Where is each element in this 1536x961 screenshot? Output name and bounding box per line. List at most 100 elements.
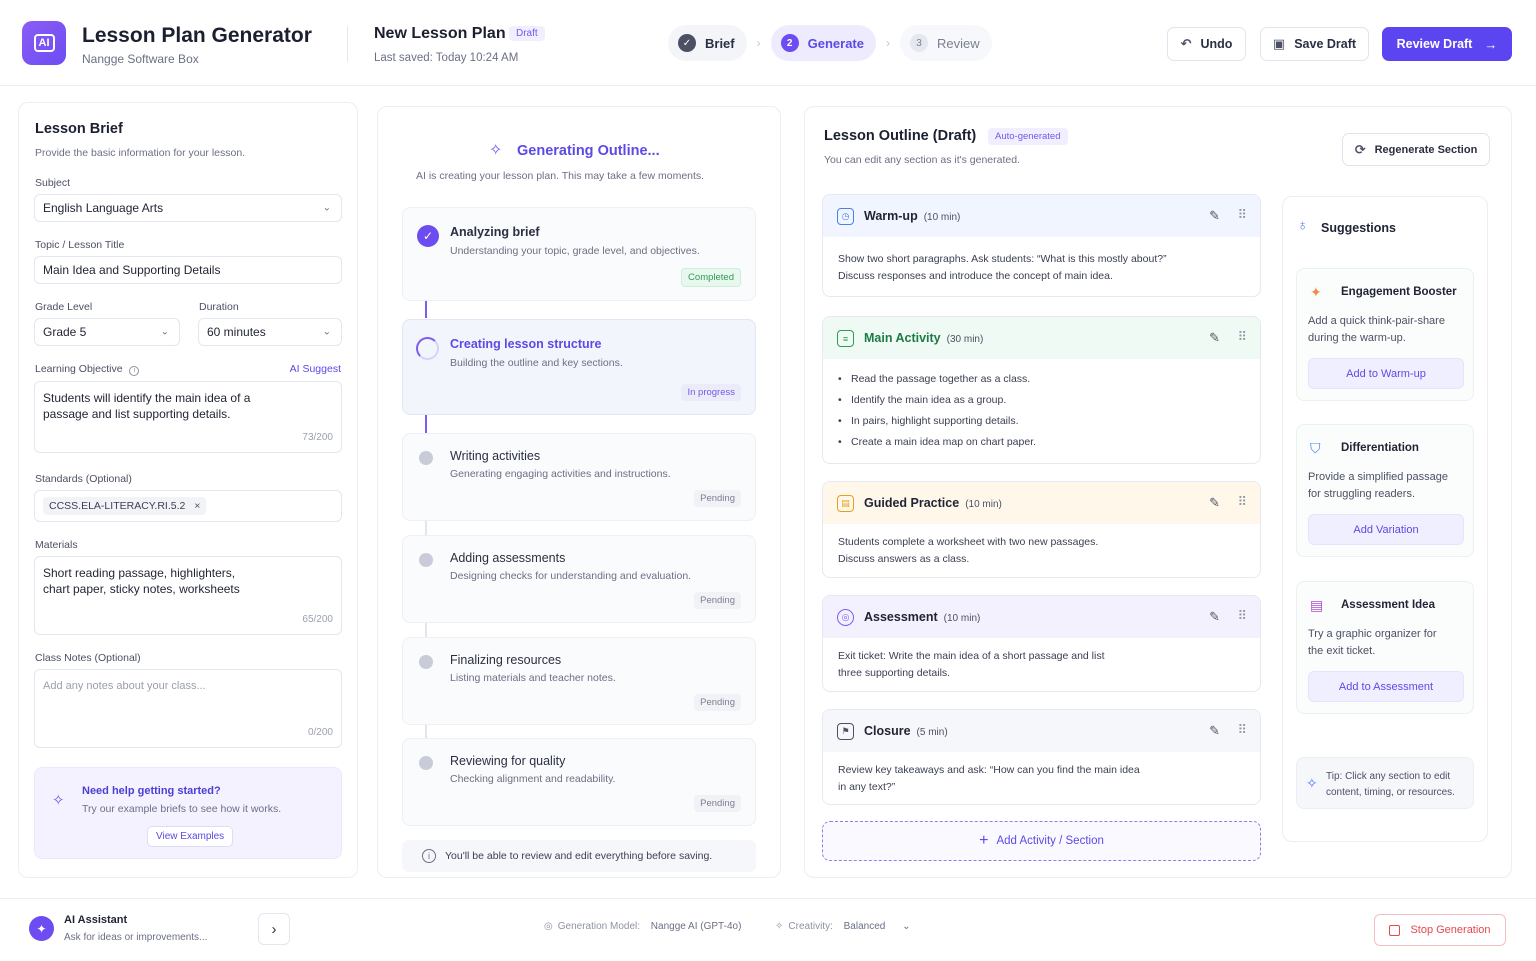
regenerate-section-button[interactable]: ⟳ Regenerate Section — [1342, 133, 1490, 166]
section-closure[interactable]: ⚑ Closure (5 min) ✎ ⠿ Review key takeaway… — [822, 709, 1261, 805]
objective-textarea[interactable]: Students will identify the main idea of … — [34, 381, 342, 453]
drag-handle-icon[interactable]: ⠿ — [1237, 722, 1246, 738]
plan-title[interactable]: New Lesson Plan — [374, 25, 506, 43]
section-body: Review key takeaways and ask: “How can y… — [838, 762, 1140, 796]
section-assessment[interactable]: ◎ Assessment (10 min) ✎ ⠿ Exit ticket: Wr… — [822, 595, 1261, 692]
clipboard-icon: ▤ — [837, 495, 854, 512]
lesson-brief-panel: Lesson Brief Provide the basic informati… — [18, 102, 358, 878]
undo-label: Undo — [1200, 37, 1233, 51]
flag-icon: ⚑ — [837, 723, 854, 740]
subject-select[interactable]: English Language Arts ⌄ — [34, 194, 342, 222]
standards-input[interactable]: CCSS.ELA-LITERACY.RI.5.2 × — [34, 490, 342, 522]
outline-subtitle: You can edit any section as it's generat… — [824, 154, 1020, 166]
section-main-activity[interactable]: ≡ Main Activity(30 min) ✎ ⠿ Read the pas… — [822, 316, 1261, 464]
stop-generation-button[interactable]: Stop Generation — [1374, 914, 1506, 946]
section-text: Students complete a worksheet with two n… — [838, 536, 1099, 548]
list-icon: ≡ — [837, 330, 854, 347]
gen-step-assessments: Adding assessments Designing checks for … — [402, 535, 756, 623]
pencil-icon[interactable]: ✎ — [1209, 723, 1220, 739]
gen-step-resources: Finalizing resources Listing materials a… — [402, 637, 756, 725]
app-title: Lesson Plan Generator — [82, 24, 312, 47]
undo-button[interactable]: ↶ Undo — [1167, 27, 1246, 61]
drag-handle-icon[interactable]: ⠿ — [1237, 207, 1246, 223]
stop-icon — [1389, 924, 1401, 936]
add-activity-button[interactable]: + Add Activity / Section — [822, 821, 1261, 861]
section-header: ▤ Guided Practice (10 min) ✎ ⠿ — [823, 482, 1260, 524]
status-badge: Pending — [694, 592, 741, 609]
section-text: Discuss responses and introduce the conc… — [838, 270, 1113, 282]
chevron-right-icon: › — [756, 36, 761, 50]
section-text: Exit ticket: Write the main idea of a sh… — [838, 650, 1105, 662]
status-badge: Pending — [694, 795, 741, 812]
section-header: ⚑ Closure (5 min) ✎ ⠿ — [823, 710, 1260, 752]
gen-step-structure: Creating lesson structure Building the o… — [402, 319, 756, 415]
topic-label: Topic / Lesson Title — [35, 239, 125, 251]
section-body: Read the passage together as a class. Id… — [838, 371, 1036, 455]
save-icon: ▣ — [1272, 36, 1286, 51]
gen-step-desc: Building the outline and key sections. — [450, 357, 623, 369]
tip-text: Tip: Click any section to edit content, t… — [1326, 771, 1455, 798]
brief-title: Lesson Brief — [35, 121, 123, 137]
drag-handle-icon[interactable]: ⠿ — [1237, 329, 1246, 345]
materials-textarea[interactable]: Short reading passage, highlighters, cha… — [34, 556, 342, 635]
help-card: ✧ Need help getting started? Try our exa… — [34, 767, 342, 859]
add-to-warmup-button[interactable]: Add to Warm-up — [1308, 358, 1464, 389]
pencil-icon[interactable]: ✎ — [1209, 495, 1220, 511]
note-text: You'll be able to review and edit everyt… — [445, 850, 713, 862]
pencil-icon[interactable]: ✎ — [1209, 609, 1220, 625]
ai-assistant-icon[interactable]: ✦ — [29, 916, 54, 941]
objective-line: passage and list supporting details. — [43, 407, 231, 421]
tip-card: ✧ Tip: Click any section to edit content,… — [1296, 757, 1474, 809]
sparkle-icon: ✧ — [489, 142, 503, 159]
pencil-icon[interactable]: ✎ — [1209, 330, 1220, 346]
chevron-right-icon[interactable]: › — [258, 913, 290, 945]
section-warm-up[interactable]: ◷ Warm-up (10 min) ✎ ⠿ Show two short par… — [822, 194, 1261, 297]
undo-icon: ↶ — [1180, 36, 1192, 51]
gen-step-activities: Writing activities Generating engaging a… — [402, 433, 756, 521]
objective-label: Learning Objective i — [35, 363, 140, 376]
review-draft-label: Review Draft — [1396, 37, 1473, 51]
ai-suggest-link[interactable]: AI Suggest — [290, 363, 341, 375]
section-title: Guided Practice (10 min) — [864, 496, 1002, 510]
step-brief[interactable]: ✓ Brief — [668, 25, 747, 61]
info-icon: i — [422, 849, 436, 863]
drag-handle-icon[interactable]: ⠿ — [1237, 494, 1246, 510]
notes-placeholder: Add any notes about your class... — [43, 680, 206, 692]
step-number: 2 — [780, 34, 799, 52]
footer-bar: ✦ AI Assistant Ask for ideas or improvem… — [0, 898, 1536, 961]
status-badge: Pending — [694, 490, 741, 507]
section-header: ◷ Warm-up (10 min) ✎ ⠿ — [823, 195, 1260, 237]
check-icon: ✓ — [678, 34, 696, 52]
step-generate[interactable]: 2 Generate — [770, 25, 876, 61]
gen-step-title: Creating lesson structure — [450, 337, 602, 351]
gen-step-quality: Reviewing for quality Checking alignment… — [402, 738, 756, 826]
view-examples-button[interactable]: View Examples — [147, 826, 234, 847]
step-review[interactable]: 3 Review — [900, 25, 992, 61]
suggestion-text: Add a quick think-pair-share during the w… — [1308, 315, 1445, 344]
grade-select[interactable]: Grade 5 ⌄ — [34, 318, 180, 346]
topic-input[interactable]: Main Idea and Supporting Details — [34, 256, 342, 284]
topic-value: Main Idea and Supporting Details — [43, 263, 221, 277]
duration-label: Duration — [199, 301, 239, 313]
brief-subtitle: Provide the basic information for your l… — [35, 147, 246, 159]
gen-step-title: Adding assessments — [450, 551, 566, 565]
app-root: AI Lesson Plan Generator Nangge Software… — [0, 0, 1536, 961]
list-item: Identify the main idea as a group. — [838, 392, 1036, 409]
add-variation-button[interactable]: Add Variation — [1308, 514, 1464, 545]
generating-title: Generating Outline... — [517, 143, 660, 159]
pencil-icon[interactable]: ✎ — [1209, 208, 1220, 224]
close-icon[interactable]: × — [194, 500, 200, 512]
list-item: In pairs, highlight supporting details. — [838, 413, 1036, 430]
duration-select[interactable]: 60 minutes ⌄ — [198, 318, 342, 346]
add-to-assessment-button[interactable]: Add to Assessment — [1308, 671, 1464, 702]
drag-handle-icon[interactable]: ⠿ — [1237, 608, 1246, 624]
notes-textarea[interactable]: Add any notes about your class... 0/200 — [34, 669, 342, 748]
save-draft-button[interactable]: ▣ Save Draft — [1260, 27, 1369, 61]
suggestion-text: Provide a simplified passage for struggli… — [1308, 471, 1449, 500]
list-item: Create a main idea map on chart paper. — [838, 434, 1036, 451]
section-guided-practice[interactable]: ▤ Guided Practice (10 min) ✎ ⠿ Students c… — [822, 481, 1261, 578]
arrow-right-icon: → — [1484, 36, 1498, 52]
review-draft-button[interactable]: Review Draft → — [1382, 27, 1512, 61]
creativity-select[interactable]: ✧ Creativity: Balanced ⌄ — [775, 921, 911, 932]
section-title: Closure (5 min) — [864, 724, 948, 738]
